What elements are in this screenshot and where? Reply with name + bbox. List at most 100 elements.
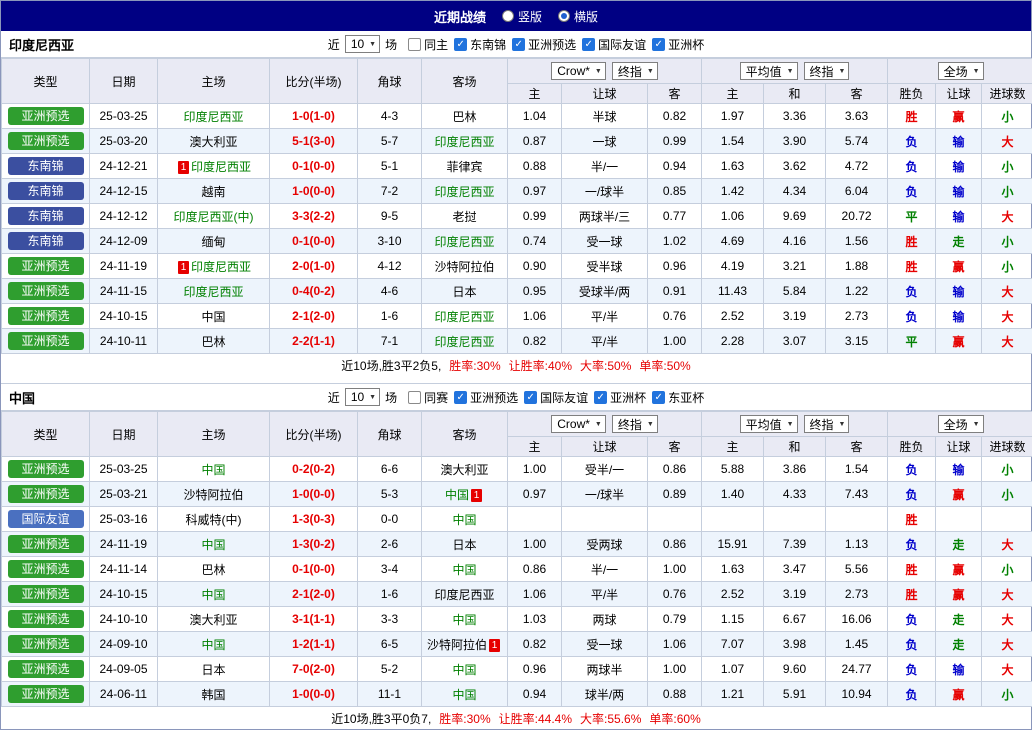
team-link[interactable]: 中国 <box>201 310 225 324</box>
filter-checkbox[interactable]: ✓国际友谊 <box>524 389 588 406</box>
filter-checkbox[interactable]: ✓亚洲预选 <box>454 389 518 406</box>
filter-checkbox[interactable]: ✓东南锦 <box>454 36 506 53</box>
recent-count-select[interactable]: 10 ▼ <box>345 388 380 406</box>
team-link[interactable]: 中国 <box>452 688 476 702</box>
team-link[interactable]: 巴林 <box>452 110 476 124</box>
team-link[interactable]: 中国 <box>201 588 225 602</box>
team-link[interactable]: 中国 <box>452 663 476 677</box>
score-link[interactable]: 3-3(2-2) <box>292 209 335 223</box>
team-link[interactable]: 日本 <box>452 538 476 552</box>
team-link[interactable]: 日本 <box>201 663 225 677</box>
team-link[interactable]: 印度尼西亚 <box>191 160 251 174</box>
score-link[interactable]: 0-2(0-2) <box>292 462 335 476</box>
layout-radio-horizontal[interactable]: 横版 <box>558 8 598 25</box>
bookmaker-select[interactable]: Crow*▼ <box>551 415 606 433</box>
competition-badge[interactable]: 亚洲预选 <box>8 257 84 275</box>
filter-checkbox[interactable]: ✓国际友谊 <box>582 36 646 53</box>
score-link[interactable]: 2-1(2-0) <box>292 587 335 601</box>
score-link[interactable]: 2-0(1-0) <box>292 259 335 273</box>
competition-badge[interactable]: 亚洲预选 <box>8 307 84 325</box>
team-link[interactable]: 印度尼西亚 <box>434 335 494 349</box>
team-link[interactable]: 印度尼西亚 <box>434 185 494 199</box>
team-link[interactable]: 中国 <box>452 613 476 627</box>
team-link[interactable]: 印度尼西亚 <box>434 135 494 149</box>
filter-checkbox[interactable]: ✓亚洲杯 <box>652 36 704 53</box>
competition-badge[interactable]: 亚洲预选 <box>8 332 84 350</box>
competition-badge[interactable]: 亚洲预选 <box>8 460 84 478</box>
competition-badge[interactable]: 国际友谊 <box>8 510 84 528</box>
competition-badge[interactable]: 亚洲预选 <box>8 282 84 300</box>
average-select[interactable]: 平均值▼ <box>740 415 798 433</box>
score-link[interactable]: 1-3(0-2) <box>292 537 335 551</box>
score-link[interactable]: 2-1(2-0) <box>292 309 335 323</box>
recent-count-select[interactable]: 10 ▼ <box>345 35 380 53</box>
competition-badge[interactable]: 亚洲预选 <box>8 635 84 653</box>
team-link[interactable]: 科威特(中) <box>186 513 242 527</box>
team-link[interactable]: 越南 <box>201 185 225 199</box>
team-link[interactable]: 沙特阿拉伯 <box>427 638 487 652</box>
team-link[interactable]: 澳大利亚 <box>440 463 488 477</box>
layout-radio-vertical[interactable]: 竖版 <box>502 8 542 25</box>
team-link[interactable]: 缅甸 <box>201 235 225 249</box>
score-link[interactable]: 0-4(0-2) <box>292 284 335 298</box>
team-link[interactable]: 日本 <box>452 285 476 299</box>
competition-badge[interactable]: 东南锦 <box>8 157 84 175</box>
team-link[interactable]: 中国 <box>452 513 476 527</box>
score-link[interactable]: 1-0(0-0) <box>292 687 335 701</box>
team-link[interactable]: 印度尼西亚 <box>434 235 494 249</box>
team-link[interactable]: 老挝 <box>452 210 476 224</box>
team-link[interactable]: 中国 <box>201 463 225 477</box>
score-link[interactable]: 1-0(1-0) <box>292 109 335 123</box>
score-link[interactable]: 1-0(0-0) <box>292 487 335 501</box>
team-link[interactable]: 澳大利亚 <box>189 135 237 149</box>
score-link[interactable]: 1-2(1-1) <box>292 637 335 651</box>
filter-checkbox[interactable]: 同赛 <box>408 389 448 406</box>
team-link[interactable]: 印度尼西亚(中) <box>174 210 254 224</box>
odds-stage-select[interactable]: 终指▼ <box>612 62 658 80</box>
score-link[interactable]: 1-0(0-0) <box>292 184 335 198</box>
score-link[interactable]: 3-1(1-1) <box>292 612 335 626</box>
filter-checkbox[interactable]: ✓东亚杯 <box>652 389 704 406</box>
score-link[interactable]: 0-1(0-0) <box>292 159 335 173</box>
filter-checkbox[interactable]: ✓亚洲预选 <box>512 36 576 53</box>
team-link[interactable]: 韩国 <box>201 688 225 702</box>
filter-checkbox[interactable]: 同主 <box>408 36 448 53</box>
score-link[interactable]: 5-1(3-0) <box>292 134 335 148</box>
competition-badge[interactable]: 亚洲预选 <box>8 485 84 503</box>
competition-badge[interactable]: 亚洲预选 <box>8 560 84 578</box>
fulltime-select[interactable]: 全场▼ <box>938 415 984 433</box>
team-link[interactable]: 印度尼西亚 <box>434 310 494 324</box>
competition-badge[interactable]: 亚洲预选 <box>8 585 84 603</box>
bookmaker-select[interactable]: Crow*▼ <box>551 62 606 80</box>
score-link[interactable]: 0-1(0-0) <box>292 234 335 248</box>
team-link[interactable]: 印度尼西亚 <box>191 260 251 274</box>
team-link[interactable]: 中国 <box>201 538 225 552</box>
avg-stage-select[interactable]: 终指▼ <box>804 62 850 80</box>
score-link[interactable]: 2-2(1-1) <box>292 334 335 348</box>
competition-badge[interactable]: 亚洲预选 <box>8 660 84 678</box>
fulltime-select[interactable]: 全场▼ <box>938 62 984 80</box>
team-link[interactable]: 巴林 <box>201 335 225 349</box>
competition-badge[interactable]: 东南锦 <box>8 232 84 250</box>
team-link[interactable]: 巴林 <box>201 563 225 577</box>
team-link[interactable]: 印度尼西亚 <box>183 110 243 124</box>
competition-badge[interactable]: 亚洲预选 <box>8 132 84 150</box>
team-link[interactable]: 菲律宾 <box>446 160 482 174</box>
competition-badge[interactable]: 东南锦 <box>8 207 84 225</box>
team-link[interactable]: 印度尼西亚 <box>183 285 243 299</box>
competition-badge[interactable]: 亚洲预选 <box>8 610 84 628</box>
competition-badge[interactable]: 亚洲预选 <box>8 685 84 703</box>
team-link[interactable]: 沙特阿拉伯 <box>434 260 494 274</box>
average-select[interactable]: 平均值▼ <box>740 62 798 80</box>
team-link[interactable]: 中国 <box>445 488 469 502</box>
team-link[interactable]: 中国 <box>201 638 225 652</box>
competition-badge[interactable]: 亚洲预选 <box>8 535 84 553</box>
score-link[interactable]: 0-1(0-0) <box>292 562 335 576</box>
avg-stage-select[interactable]: 终指▼ <box>804 415 850 433</box>
competition-badge[interactable]: 东南锦 <box>8 182 84 200</box>
competition-badge[interactable]: 亚洲预选 <box>8 107 84 125</box>
odds-stage-select[interactable]: 终指▼ <box>612 415 658 433</box>
score-link[interactable]: 1-3(0-3) <box>292 512 335 526</box>
team-link[interactable]: 印度尼西亚 <box>434 588 494 602</box>
team-link[interactable]: 中国 <box>452 563 476 577</box>
